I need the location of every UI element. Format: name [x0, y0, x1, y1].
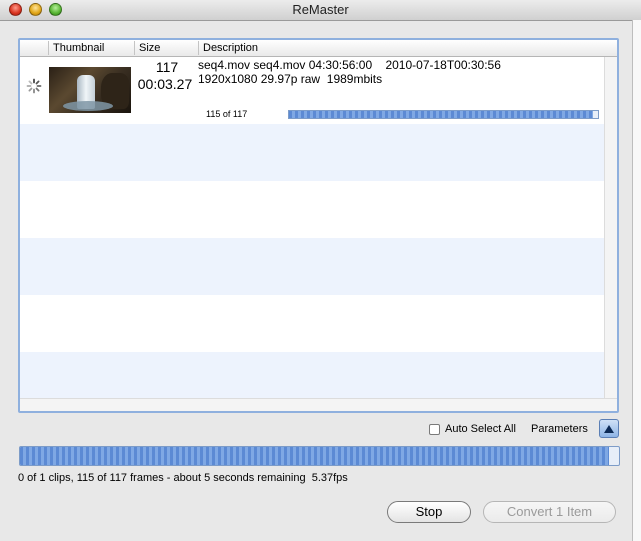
table-row[interactable]	[20, 238, 605, 295]
thumbnail-pool	[63, 101, 113, 111]
clip-progress-label: 115 of 117	[206, 109, 248, 119]
overall-progress-bar	[19, 446, 620, 466]
convert-button[interactable]: Convert 1 Item	[483, 501, 616, 523]
table-header: Thumbnail Size Description	[20, 40, 617, 57]
column-header-description[interactable]: Description	[198, 41, 617, 55]
auto-select-all-label: Auto Select All	[445, 423, 516, 435]
clip-duration: 00:03.27	[137, 76, 193, 92]
clip-row[interactable]: 117 00:03.27 seq4.mov seq4.mov 04:30:56:…	[20, 57, 605, 124]
clip-table[interactable]: Thumbnail Size Description 117 00:03.27 …	[18, 38, 619, 413]
clip-description-line2: 1920x1080 29.97p raw 1989mbits	[198, 72, 383, 86]
title-bar: ReMaster	[0, 0, 641, 21]
auto-select-all-control[interactable]: Auto Select All	[429, 423, 516, 435]
clip-progress-bar	[288, 110, 599, 119]
clip-thumbnail	[49, 67, 131, 113]
table-row[interactable]	[20, 181, 605, 238]
table-row[interactable]	[20, 124, 605, 181]
clip-description-line1: seq4.mov seq4.mov 04:30:56:00 2010-07-18…	[198, 58, 501, 72]
clip-frame-count: 117	[155, 59, 179, 75]
overall-progress-fill	[20, 447, 609, 465]
parameters-disclosure-button[interactable]	[599, 419, 619, 438]
window-title: ReMaster	[292, 2, 349, 17]
column-header-size[interactable]: Size	[134, 41, 198, 55]
remaster-window: ReMaster Thumbnail Size Description 117 …	[0, 0, 641, 541]
triangle-up-icon	[604, 424, 614, 433]
parameters-label: Parameters	[531, 423, 588, 435]
vertical-scrollbar[interactable]	[604, 57, 617, 399]
column-header-thumbnail[interactable]: Thumbnail	[48, 41, 134, 55]
spinner-icon	[26, 78, 42, 94]
clip-progress-fill	[289, 111, 593, 118]
stop-button[interactable]: Stop	[387, 501, 471, 523]
table-row[interactable]	[20, 295, 605, 352]
auto-select-all-checkbox[interactable]	[429, 423, 440, 435]
window-edge	[632, 20, 641, 541]
status-text: 0 of 1 clips, 115 of 117 frames - about …	[18, 472, 348, 484]
horizontal-scrollbar[interactable]	[20, 398, 617, 411]
